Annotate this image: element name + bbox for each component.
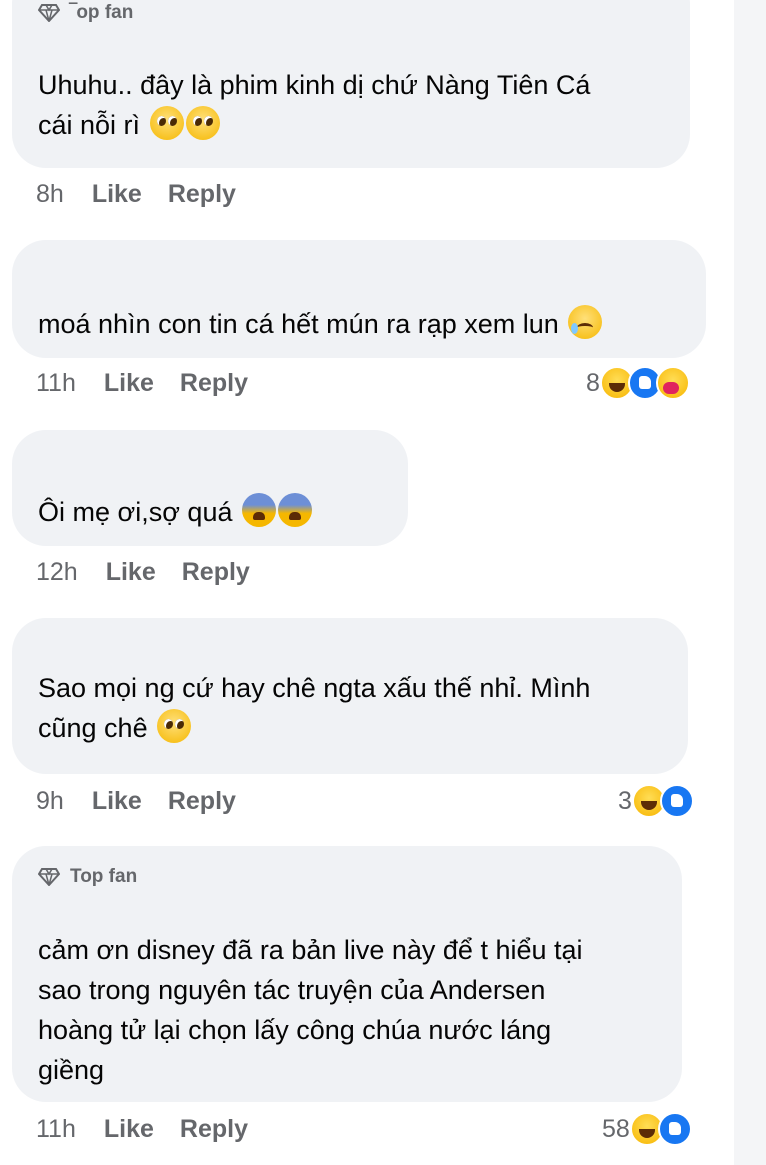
comment-time[interactable]: 11h (36, 369, 76, 398)
comment-bubble: Sao mọi ng cứ hay chê ngta xấu thế nhỉ. … (12, 618, 688, 774)
like-button[interactable]: Like (104, 1115, 154, 1144)
reply-button[interactable]: Reply (180, 1115, 248, 1144)
diamond-icon (38, 4, 60, 22)
like-button[interactable]: Like (92, 180, 142, 209)
comment-bubble: Ôi mẹ ơi,sợ quá (12, 430, 408, 546)
pleading-face-icon (157, 709, 192, 743)
reply-button[interactable]: Reply (182, 558, 250, 587)
comment-time[interactable]: 12h (36, 558, 78, 587)
comment-actions: 12h Like Reply (36, 555, 250, 589)
comment-bubble: moá nhìn con tin cá hết mún ra rạp xem l… (12, 240, 706, 358)
reaction-summary[interactable]: 58 (602, 1112, 692, 1146)
reaction-count: 8 (586, 368, 600, 397)
comment-time[interactable]: 11h (36, 1115, 76, 1144)
reply-button[interactable]: Reply (168, 180, 236, 209)
like-button[interactable]: Like (106, 558, 156, 587)
top-fan-badge: Top fan (38, 866, 137, 888)
comment-text: Uhuhu.. đây là phim kinh dị chứ Nàng Tiê… (38, 70, 591, 140)
like-reaction-icon (659, 784, 694, 818)
comment-actions: 11h Like Reply (36, 1112, 248, 1146)
fearful-face-icon (277, 493, 312, 527)
reply-button[interactable]: Reply (168, 787, 236, 816)
reply-button[interactable]: Reply (180, 369, 248, 398)
crying-face-icon (568, 305, 603, 339)
reaction-summary[interactable]: 3 (618, 784, 694, 818)
pleading-face-icon (149, 106, 184, 140)
comment-text: Sao mọi ng cứ hay chê ngta xấu thế nhỉ. … (38, 673, 591, 743)
comment-actions: 9h Like Reply (36, 784, 236, 818)
reaction-summary[interactable]: 8 (586, 366, 690, 400)
comment-time[interactable]: 8h (36, 180, 64, 209)
top-fan-label: ‾op fan (70, 2, 134, 23)
like-button[interactable]: Like (104, 369, 154, 398)
comment-bubble: ‾op fan Uhuhu.. đây là phim kinh dị chứ … (12, 0, 690, 168)
top-fan-label: Top fan (70, 866, 138, 887)
comment-text: moá nhìn con tin cá hết mún ra rạp xem l… (38, 304, 603, 344)
comment-actions: 8h Like Reply (36, 177, 236, 211)
pleading-face-icon (185, 106, 220, 140)
like-reaction-icon (657, 1112, 692, 1146)
page-right-margin (734, 0, 766, 1165)
top-fan-badge: ‾op fan (38, 2, 133, 24)
like-button[interactable]: Like (92, 787, 142, 816)
comment-time[interactable]: 9h (36, 787, 64, 816)
fearful-face-icon (241, 493, 276, 527)
comment-actions: 11h Like Reply (36, 366, 248, 400)
diamond-icon (38, 868, 60, 886)
comment-bubble: Top fan cảm ơn disney đã ra bản live này… (12, 846, 682, 1102)
reaction-count: 3 (618, 786, 632, 815)
care-reaction-icon (655, 366, 690, 400)
comment-text: cảm ơn disney đã ra bản live này để t hi… (38, 935, 583, 1085)
comment-text: Ôi mẹ ơi,sợ quá (38, 492, 312, 532)
reaction-count: 58 (602, 1114, 630, 1143)
